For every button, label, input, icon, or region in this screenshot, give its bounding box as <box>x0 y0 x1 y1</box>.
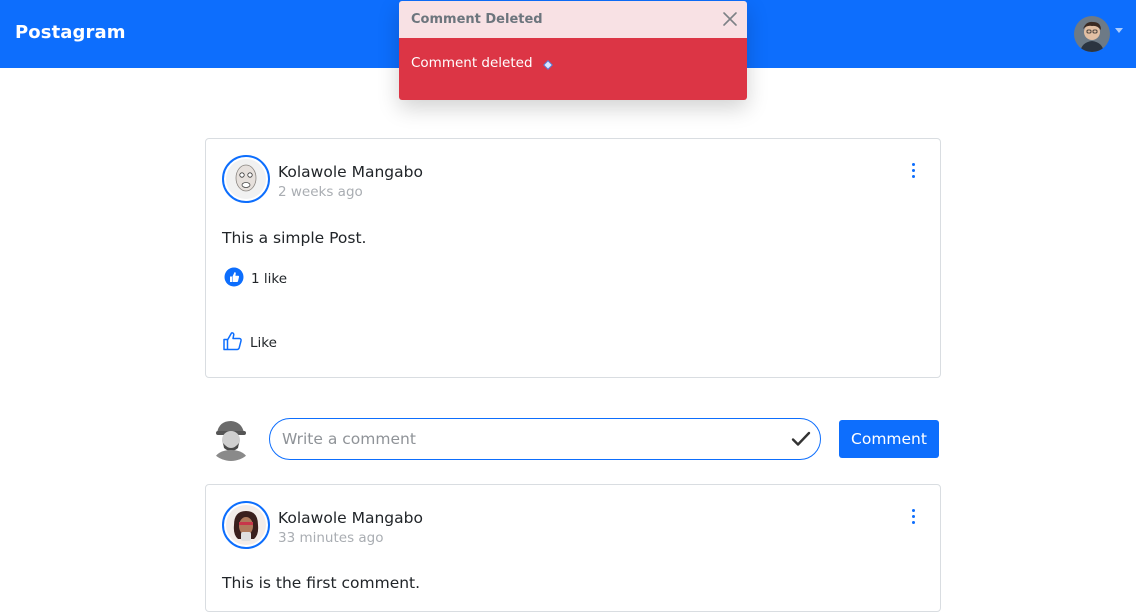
avatar-icon <box>226 159 266 199</box>
like-filled-icon <box>224 267 244 291</box>
caret-down-icon <box>1115 28 1123 33</box>
like-button-label: Like <box>250 335 277 351</box>
close-icon[interactable] <box>721 10 739 28</box>
sparkle-icon <box>542 58 553 70</box>
post-body: This a simple Post. <box>222 229 367 247</box>
comment-author-name[interactable]: Kolawole Mangabo <box>278 509 423 527</box>
brand-logo[interactable]: Postagram <box>15 22 126 43</box>
comment-card: Kolawole Mangabo 33 minutes ago This is … <box>205 484 941 612</box>
check-icon[interactable] <box>791 430 811 448</box>
post-card: Kolawole Mangabo 2 weeks ago This a simp… <box>205 138 941 378</box>
post-more-options-icon[interactable] <box>908 163 918 181</box>
toast-body: Comment deleted <box>399 38 747 100</box>
likes-summary: 1 like <box>224 267 287 291</box>
post-author-name[interactable]: Kolawole Mangabo <box>278 163 423 181</box>
comment-input-wrapper <box>269 418 821 460</box>
toast-message-row: Comment deleted <box>411 55 553 71</box>
like-button[interactable]: Like <box>222 331 277 355</box>
toast-header: Comment Deleted <box>399 1 747 38</box>
toast-title: Comment Deleted <box>411 12 543 27</box>
toast-message: Comment deleted <box>411 55 533 71</box>
toast-notification: Comment Deleted Comment deleted <box>399 1 747 100</box>
comment-body: This is the first comment. <box>222 574 421 592</box>
comment-author-avatar[interactable] <box>222 501 270 549</box>
comment-more-options-icon[interactable] <box>908 509 918 527</box>
user-avatar-icon <box>1074 16 1110 52</box>
avatar-icon <box>226 505 266 545</box>
commenter-avatar <box>207 413 255 461</box>
comment-timestamp: 33 minutes ago <box>278 530 384 546</box>
comment-submit-button[interactable]: Comment <box>839 420 939 458</box>
comment-input[interactable] <box>282 427 782 451</box>
post-timestamp: 2 weeks ago <box>278 184 363 200</box>
thumbs-up-icon <box>222 331 244 355</box>
post-author-avatar[interactable] <box>222 155 270 203</box>
user-menu-toggle[interactable] <box>1074 16 1126 52</box>
likes-count: 1 like <box>251 271 288 287</box>
